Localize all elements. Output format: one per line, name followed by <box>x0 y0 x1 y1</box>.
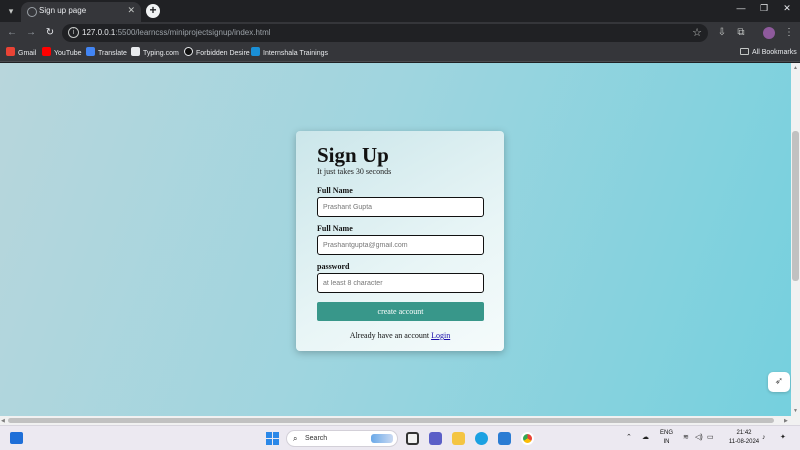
scroll-down-arrow-icon[interactable]: ▼ <box>793 408 798 414</box>
title-bar: ▾ Sign up page ✕ + — ❐ ✕ <box>0 0 800 22</box>
horizontal-scrollbar[interactable]: ◀ ▶ <box>0 416 800 425</box>
page-viewport: Sign Up It just takes 30 seconds Full Na… <box>0 63 791 416</box>
create-account-button[interactable]: create account <box>317 302 484 321</box>
internshala-icon <box>251 47 260 56</box>
email-input[interactable] <box>317 235 484 255</box>
tab-search-chevron-icon[interactable]: ▾ <box>3 3 19 19</box>
globe-icon <box>27 7 37 17</box>
teams-icon[interactable] <box>429 432 442 445</box>
show-hidden-icons-chevron-icon[interactable]: ⌃ <box>626 432 632 444</box>
full-name-input[interactable] <box>317 197 484 217</box>
bookmark-forbidden-desire[interactable]: Forbidden Desire <box>184 47 250 59</box>
close-window-icon[interactable]: ✕ <box>779 3 795 14</box>
chrome-icon[interactable] <box>521 432 534 445</box>
all-bookmarks-button[interactable]: All Bookmarks <box>740 47 797 59</box>
wifi-icon[interactable]: ≋ <box>683 432 689 444</box>
typing-icon <box>131 47 140 56</box>
battery-icon[interactable]: ▭ <box>707 432 714 444</box>
site-info-icon[interactable]: i <box>68 27 79 38</box>
horizontal-scroll-thumb[interactable] <box>8 418 774 423</box>
vertical-scroll-thumb[interactable] <box>792 131 799 281</box>
back-icon[interactable]: ← <box>5 26 19 40</box>
bookmarks-bar: Gmail YouTube Translate Typing.com Forbi… <box>0 44 800 62</box>
language-indicator[interactable]: ENG IN <box>660 429 673 447</box>
file-explorer-icon[interactable] <box>452 432 465 445</box>
task-view-icon[interactable] <box>406 432 419 445</box>
bookmark-translate[interactable]: Translate <box>86 47 127 59</box>
taskbar-search[interactable]: ⌕ Search <box>286 430 398 447</box>
email-label: Full Name <box>317 224 353 233</box>
volume-icon[interactable]: ◁) <box>695 432 703 444</box>
browser-toolbar: ← → ↻ i 127.0.0.1:5500/learncss/miniproj… <box>0 22 800 44</box>
forward-icon[interactable]: → <box>24 26 38 40</box>
login-link[interactable]: Login <box>431 331 450 340</box>
close-tab-icon[interactable]: ✕ <box>127 5 135 16</box>
menu-kebab-icon[interactable]: ⋮ <box>782 26 796 40</box>
scroll-left-arrow-icon[interactable]: ◀ <box>1 418 5 424</box>
login-prompt: Already have an account Login <box>349 331 451 340</box>
cloud-icon[interactable]: ☁ <box>642 432 649 444</box>
bookmark-typing[interactable]: Typing.com <box>131 47 179 59</box>
vscode-icon[interactable] <box>498 432 511 445</box>
signup-card: Sign Up It just takes 30 seconds Full Na… <box>296 131 504 351</box>
url-text[interactable]: 127.0.0.1:5500/learncss/miniprojectsignu… <box>82 28 271 37</box>
restore-icon[interactable]: ❐ <box>756 3 772 14</box>
extensions-icon[interactable]: ⧉ <box>734 26 748 40</box>
bookmark-gmail[interactable]: Gmail <box>6 47 36 59</box>
scroll-right-arrow-icon[interactable]: ▶ <box>784 418 788 424</box>
bookmark-star-icon[interactable]: ☆ <box>692 26 702 39</box>
new-tab-button[interactable]: + <box>146 4 160 18</box>
rocket-icon[interactable]: ➶ <box>768 372 790 392</box>
scroll-up-arrow-icon[interactable]: ▲ <box>793 65 798 71</box>
password-input[interactable] <box>317 273 484 293</box>
youtube-icon <box>42 47 51 56</box>
taskbar: ⌕ Search ⌃ ☁ ENG IN ≋ ◁) ▭ 21:42 11-08-202… <box>0 425 800 450</box>
page-subtitle: It just takes 30 seconds <box>317 167 392 176</box>
folder-icon <box>740 48 749 55</box>
colorful-tray-icon[interactable]: ✦ <box>780 432 786 444</box>
full-name-label: Full Name <box>317 186 353 195</box>
notification-bell-icon[interactable]: ♪ <box>762 432 766 444</box>
edge-icon[interactable] <box>475 432 488 445</box>
bookmark-internshala[interactable]: Internshala Trainings <box>251 47 328 59</box>
tab-sign-up-page[interactable]: Sign up page ✕ <box>21 2 141 22</box>
translate-icon <box>86 47 95 56</box>
address-bar[interactable]: i 127.0.0.1:5500/learncss/miniprojectsig… <box>62 24 708 42</box>
clock[interactable]: 21:42 11-08-2024 <box>724 429 764 447</box>
profile-avatar[interactable] <box>763 27 775 39</box>
gmail-icon <box>6 47 15 56</box>
bookmark-youtube[interactable]: YouTube <box>42 47 82 59</box>
password-label: password <box>317 262 350 271</box>
tab-title: Sign up page <box>39 6 87 15</box>
windows-start-icon[interactable] <box>266 432 279 445</box>
search-highlight-icon <box>371 434 393 443</box>
widgets-icon[interactable] <box>10 432 23 444</box>
reload-icon[interactable]: ↻ <box>43 26 57 40</box>
vertical-scrollbar[interactable]: ▲ ▼ <box>791 63 800 416</box>
forbidden-desire-icon <box>184 47 193 56</box>
search-icon: ⌕ <box>293 434 298 443</box>
page-title: Sign Up <box>317 143 389 167</box>
minimize-icon[interactable]: — <box>733 3 749 13</box>
downloads-icon[interactable]: ⇩ <box>715 26 729 40</box>
